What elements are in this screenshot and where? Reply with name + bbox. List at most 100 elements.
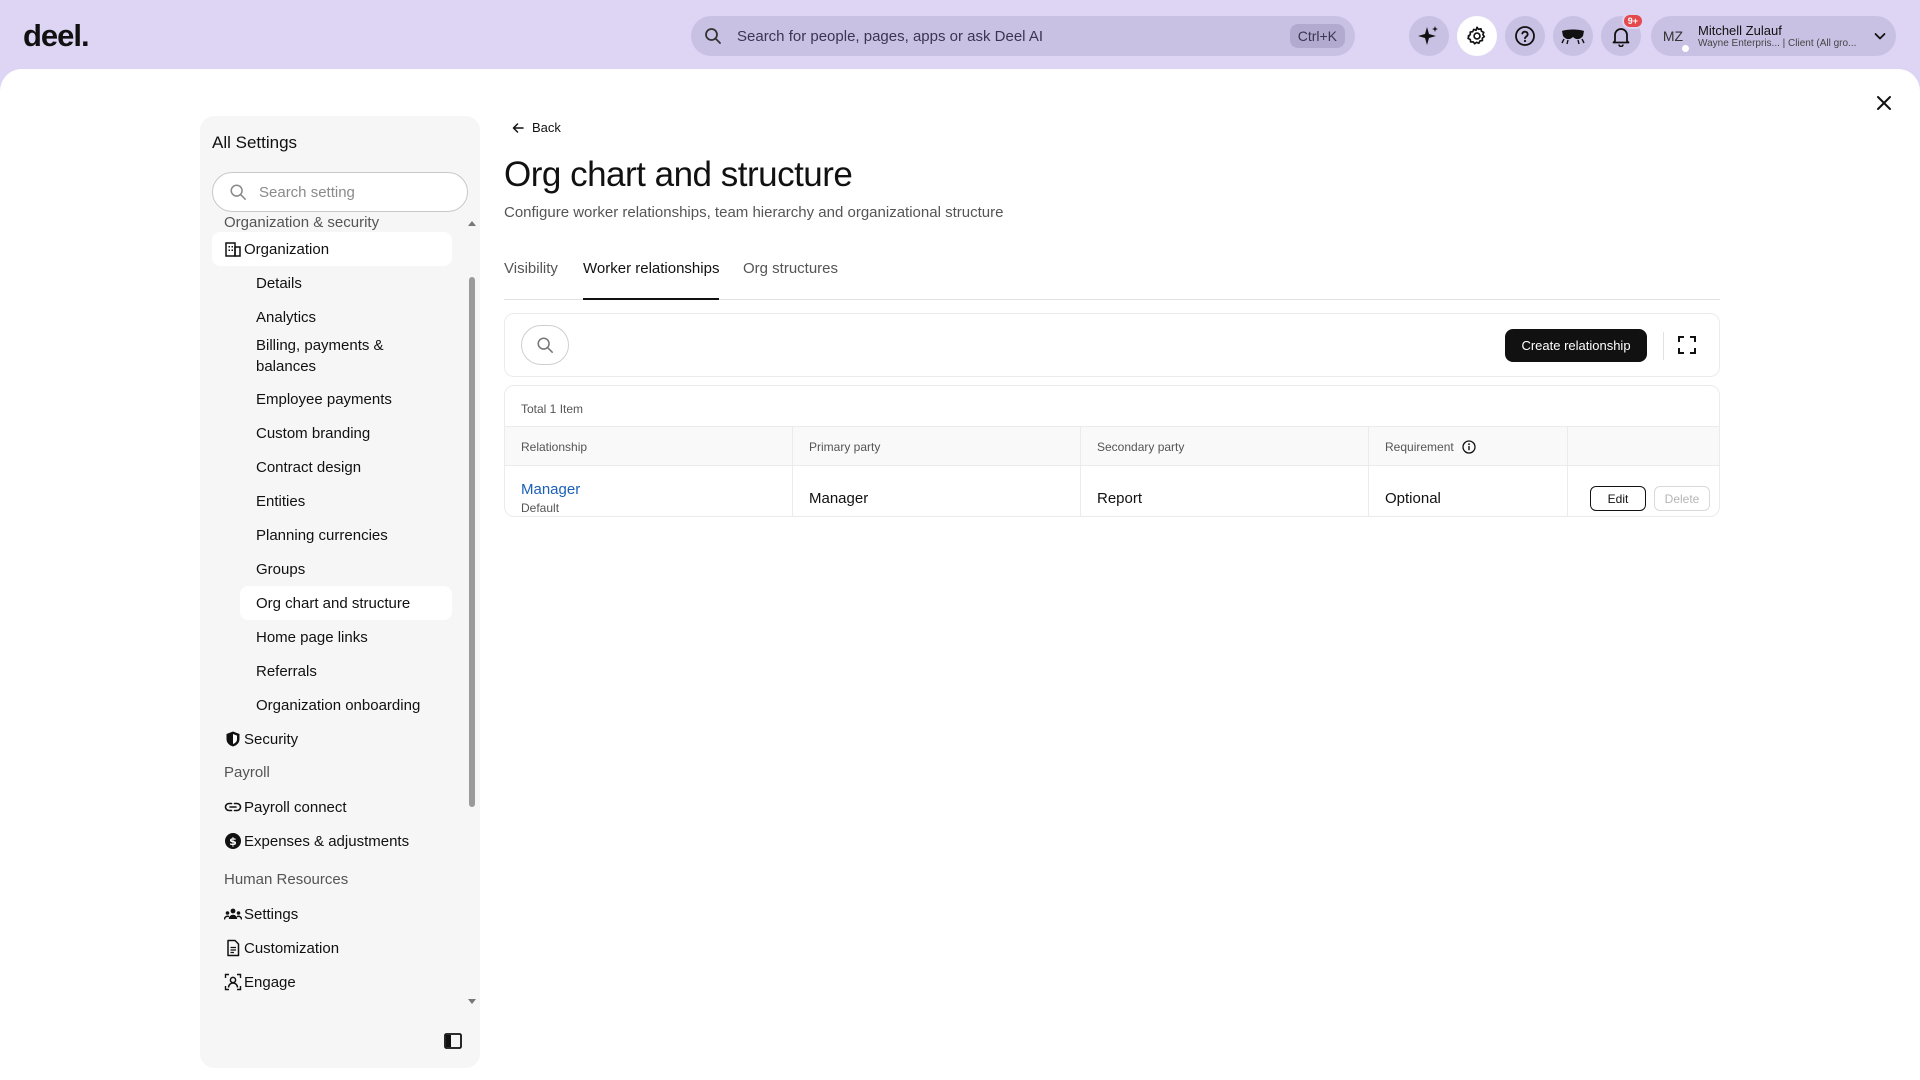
shield-icon [226, 731, 240, 747]
building-icon [225, 242, 241, 257]
back-label: Back [532, 120, 561, 135]
tab-bar: Visibility Worker relationships Org stru… [504, 258, 1720, 300]
create-relationship-button[interactable]: Create relationship [1505, 329, 1647, 362]
info-icon[interactable] [1462, 440, 1476, 454]
user-profile-menu[interactable]: MZ Mitchell Zulauf Wayne Enterpris... | … [1651, 16, 1896, 56]
deel-logo[interactable]: deel. [23, 18, 90, 54]
cell-primary-party: Manager [793, 466, 1081, 516]
table-row: Manager Default Manager Report Optional … [505, 466, 1719, 516]
tab-visibility[interactable]: Visibility [504, 258, 558, 300]
search-placeholder: Search for people, pages, apps or ask De… [737, 27, 1044, 45]
table-search-button[interactable] [521, 325, 569, 365]
ai-sparkle-button[interactable] [1409, 16, 1449, 56]
sidebar-title: All Settings [212, 133, 298, 152]
cell-secondary-party: Report [1081, 466, 1369, 516]
tab-worker-relationships[interactable]: Worker relationships [583, 258, 720, 300]
setting-search-input[interactable]: Search setting [212, 172, 468, 212]
sidebar-item-label: Security [244, 730, 299, 748]
arrow-left-icon [512, 122, 524, 133]
sidebar-item-engage[interactable]: Engage [212, 965, 452, 999]
notifications-button[interactable]: 9+ [1601, 13, 1644, 56]
scroll-down-arrow-icon[interactable] [467, 998, 477, 1006]
sidebar-item-custom-branding[interactable]: Custom branding [240, 416, 452, 450]
sidebar-item-entities[interactable]: Entities [240, 484, 452, 518]
sidebar-item-label: Payroll connect [244, 798, 347, 816]
sidebar-item-home-page-links[interactable]: Home page links [240, 620, 452, 654]
settings-sheet: All Settings Search setting Organization… [0, 69, 1920, 1080]
sidebar-item-label: Expenses & adjustments [244, 832, 410, 850]
person-focus-icon [224, 973, 242, 991]
fullscreen-icon[interactable] [1676, 334, 1698, 356]
notification-count-badge: 9+ [1621, 13, 1644, 29]
section-payroll: Payroll [224, 764, 270, 781]
cell-requirement: Optional [1369, 466, 1568, 516]
search-icon [230, 184, 246, 200]
column-header-primary-party: Primary party [793, 427, 1081, 467]
sleep-mask-icon [1561, 29, 1585, 45]
total-count: Total 1 Item [521, 402, 584, 416]
sidebar-item-security[interactable]: Security [212, 722, 452, 756]
collapse-sidebar-icon[interactable] [443, 1031, 463, 1051]
sidebar-item-expenses[interactable]: $ Expenses & adjustments [212, 824, 452, 858]
settings-button[interactable] [1457, 16, 1497, 56]
page-title: Org chart and structure [504, 155, 853, 194]
back-link[interactable]: Back [512, 120, 561, 135]
table-toolbar: Create relationship [504, 313, 1720, 377]
sidebar-item-organization-onboarding[interactable]: Organization onboarding [240, 688, 452, 722]
sparkle-icon [1418, 26, 1438, 45]
cell-relationship: Manager Default [505, 466, 793, 516]
page-description: Configure worker relationships, team hie… [504, 204, 1004, 221]
delete-button[interactable]: Delete [1654, 486, 1710, 511]
sidebar-scrollbar[interactable] [469, 277, 475, 807]
section-org-security: Organization & security [224, 216, 380, 231]
sidebar-item-organization[interactable]: Organization [212, 232, 452, 266]
sidebar-item-label: Organization [244, 240, 330, 258]
help-button[interactable] [1505, 16, 1545, 56]
chevron-down-icon [1874, 33, 1886, 40]
user-name: Mitchell Zulauf [1698, 23, 1782, 38]
search-icon [537, 337, 553, 353]
apps-button[interactable] [1553, 16, 1593, 56]
sidebar-item-billing[interactable]: Billing, payments & balances [240, 334, 430, 378]
sidebar-item-payroll-connect[interactable]: Payroll connect [212, 790, 452, 824]
svg-text:$: $ [229, 835, 237, 848]
relationship-link[interactable]: Manager [521, 481, 792, 498]
tab-org-structures[interactable]: Org structures [743, 258, 838, 300]
sidebar-item-hr-settings[interactable]: Settings [212, 897, 452, 931]
avatar: MZ [1658, 21, 1691, 54]
global-search-input[interactable]: Search for people, pages, apps or ask De… [691, 16, 1355, 56]
link-icon [224, 802, 242, 812]
avatar-initials: MZ [1662, 28, 1684, 44]
people-icon [224, 908, 242, 920]
column-header-secondary-party: Secondary party [1081, 427, 1369, 467]
sidebar-item-details[interactable]: Details [240, 266, 452, 300]
edit-button[interactable]: Edit [1590, 486, 1646, 511]
column-header-requirement: Requirement [1369, 427, 1568, 467]
search-icon [705, 28, 721, 44]
sidebar-item-analytics[interactable]: Analytics [240, 300, 452, 334]
section-human-resources: Human Resources [224, 871, 349, 888]
help-icon [1515, 26, 1535, 46]
column-header-actions [1568, 427, 1719, 467]
close-icon[interactable] [1873, 92, 1895, 114]
table-header: Relationship Primary party Secondary par… [505, 426, 1719, 467]
settings-sidebar: All Settings Search setting Organization… [200, 116, 480, 1068]
gear-icon [1467, 26, 1486, 45]
sidebar-item-referrals[interactable]: Referrals [240, 654, 452, 688]
scroll-up-arrow-icon[interactable] [467, 219, 477, 227]
search-shortcut-badge: Ctrl+K [1289, 24, 1345, 48]
status-dot [1680, 43, 1691, 54]
sidebar-item-customization[interactable]: Customization [212, 931, 452, 965]
relationships-table: Total 1 Item Relationship Primary party … [504, 385, 1720, 517]
sidebar-item-planning-currencies[interactable]: Planning currencies [240, 518, 452, 552]
sidebar-item-groups[interactable]: Groups [240, 552, 452, 586]
sidebar-item-org-chart[interactable]: Org chart and structure [240, 586, 452, 620]
sidebar-item-label: Customization [244, 939, 340, 957]
sidebar-item-label: Settings [244, 905, 299, 923]
sidebar-nav: Organization & security Organization Det… [200, 216, 472, 1016]
setting-search-placeholder: Search setting [259, 183, 355, 201]
user-subtitle: Wayne Enterpris... | Client (All gro... [1698, 38, 1857, 49]
sidebar-item-contract-design[interactable]: Contract design [240, 450, 452, 484]
sidebar-item-label: Engage [244, 973, 296, 991]
sidebar-item-employee-payments[interactable]: Employee payments [240, 382, 452, 416]
